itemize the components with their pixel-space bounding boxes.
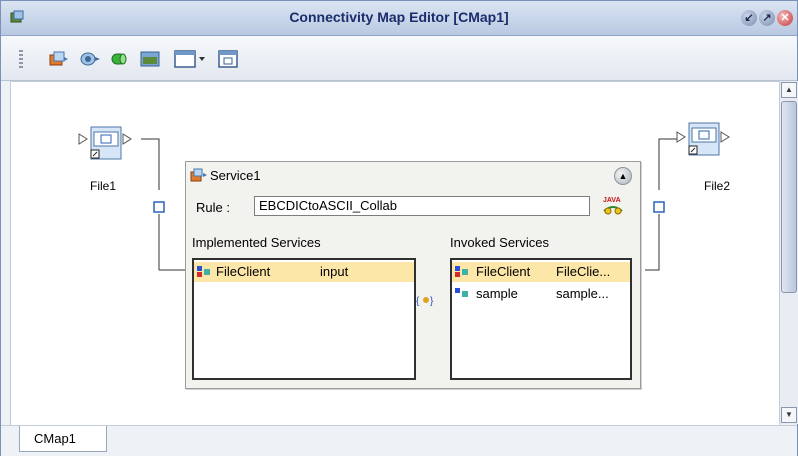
- invoked-services-label: Invoked Services: [450, 235, 549, 250]
- view-menu-icon[interactable]: [173, 49, 207, 69]
- service-value: sample...: [556, 286, 609, 301]
- service-icon: [190, 168, 207, 182]
- scroll-down-icon[interactable]: ▼: [781, 407, 797, 423]
- service-value: FileClie...: [556, 264, 611, 279]
- svg-text:}: }: [430, 296, 434, 306]
- service-name: sample: [476, 286, 518, 301]
- external-app-icon[interactable]: [79, 49, 101, 69]
- list-item[interactable]: sample sample...: [452, 284, 630, 304]
- invoked-services-list[interactable]: FileClient FileClie... sample sample...: [450, 258, 632, 380]
- file1-node-icon[interactable]: [77, 124, 141, 164]
- svg-text:{: {: [416, 296, 420, 306]
- rule-label: Rule :: [196, 200, 230, 215]
- collapse-icon[interactable]: ▲: [614, 167, 632, 185]
- connector-left-icon[interactable]: [153, 201, 165, 213]
- service-name: FileClient: [216, 264, 271, 279]
- connectivity-map-editor-window: Connectivity Map Editor [CMap1] ↙ ↗ ✕ Fi…: [0, 0, 798, 456]
- scroll-up-icon[interactable]: ▲: [781, 82, 797, 98]
- window-title: Connectivity Map Editor [CMap1]: [289, 9, 509, 25]
- file2-node-icon[interactable]: [675, 120, 739, 160]
- scroll-thumb[interactable]: [781, 101, 797, 293]
- implemented-services-label: Implemented Services: [192, 235, 321, 250]
- title-bar[interactable]: Connectivity Map Editor [CMap1] ↙ ↗ ✕: [1, 1, 797, 36]
- link-icon: { }: [416, 296, 434, 306]
- window-icon[interactable]: [217, 49, 239, 69]
- sample-service-icon: [455, 288, 468, 297]
- restore-icon[interactable]: ↙: [741, 10, 757, 26]
- service-add-icon[interactable]: [47, 49, 69, 69]
- file-client-icon: [197, 266, 210, 277]
- file-client-icon: [455, 266, 468, 277]
- service-box[interactable]: Service1 ▲ Rule : EBCDICtoASCII_Collab J…: [185, 161, 641, 389]
- list-item[interactable]: FileClient input: [194, 262, 414, 282]
- java-collab-icon[interactable]: JAVA: [600, 193, 626, 219]
- connector-right-icon[interactable]: [653, 201, 665, 213]
- maximize-icon[interactable]: ↗: [759, 10, 775, 26]
- close-icon[interactable]: ✕: [777, 10, 793, 26]
- toolbar-grip[interactable]: [19, 50, 23, 68]
- web-connector-icon[interactable]: [109, 49, 131, 69]
- service-title: Service1: [210, 168, 261, 183]
- tab-cmap1[interactable]: CMap1: [19, 426, 107, 452]
- image-icon[interactable]: [139, 49, 161, 69]
- file2-label: File2: [703, 179, 730, 193]
- service-value: input: [320, 264, 349, 279]
- service-name: FileClient: [476, 264, 531, 279]
- rule-field[interactable]: EBCDICtoASCII_Collab: [254, 196, 590, 216]
- vertical-scrollbar[interactable]: ▲ ▼: [779, 81, 798, 424]
- file1-label: File1: [89, 179, 116, 193]
- implemented-services-list[interactable]: FileClient input: [192, 258, 416, 380]
- toolbar: [1, 36, 797, 81]
- list-item[interactable]: FileClient FileClie...: [452, 262, 630, 282]
- tab-bar: CMap1: [1, 425, 797, 456]
- java-badge-text: JAVA: [603, 197, 621, 204]
